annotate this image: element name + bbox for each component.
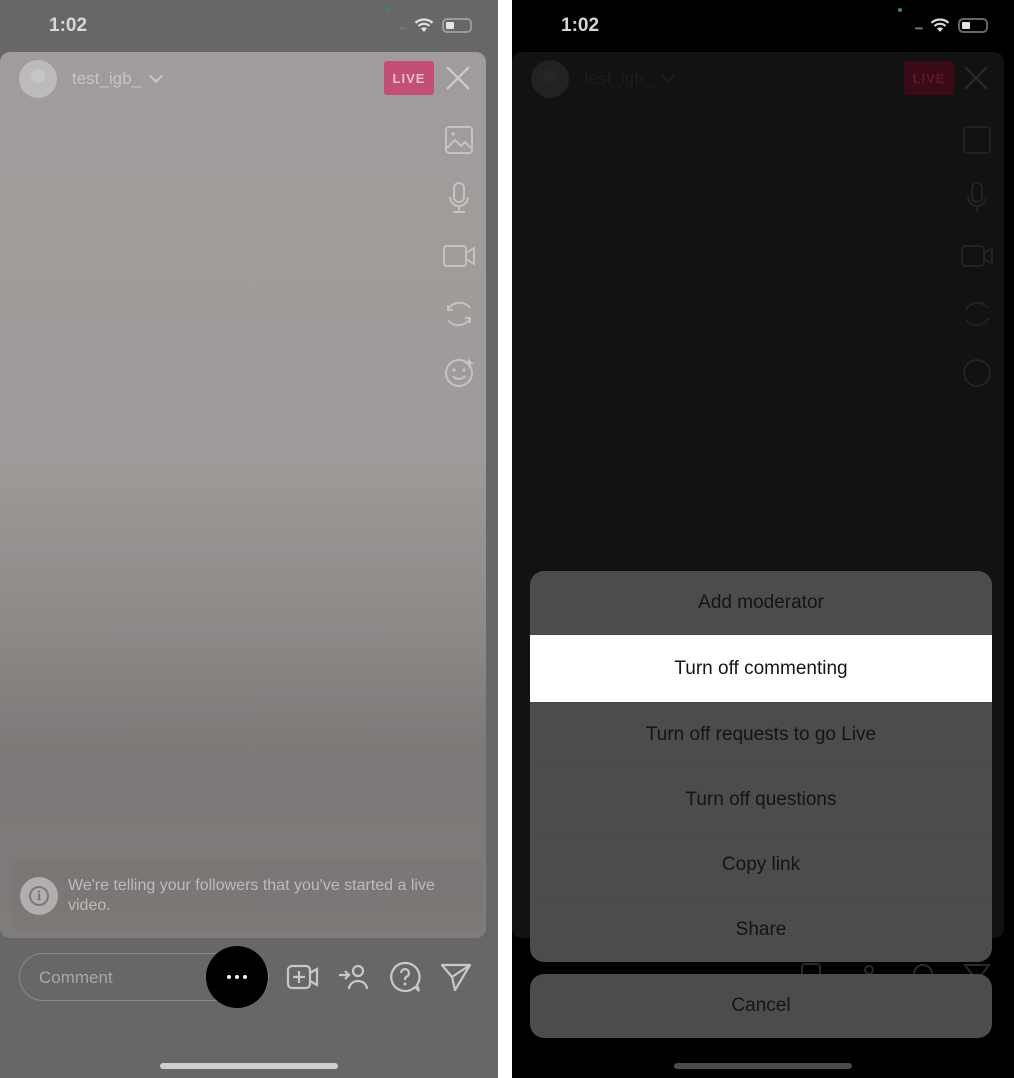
battery-icon xyxy=(958,18,988,33)
add-guest-video-icon[interactable] xyxy=(286,960,320,994)
username: test_igb_ xyxy=(584,69,653,88)
flip-camera-icon xyxy=(965,301,989,327)
close-icon[interactable] xyxy=(444,64,472,92)
add-moderator-option[interactable]: Add moderator xyxy=(530,571,992,634)
turn-off-requests-option[interactable]: Turn off requests to go Live xyxy=(530,702,992,767)
info-icon: i xyxy=(20,877,58,915)
turn-off-commenting-option[interactable]: Turn off commenting xyxy=(530,634,992,702)
share-send-icon[interactable] xyxy=(439,960,473,994)
notice-text: We're telling your followers that you've… xyxy=(68,877,435,914)
home-indicator xyxy=(674,1063,852,1069)
image-icon[interactable] xyxy=(442,122,476,158)
wifi-icon xyxy=(930,18,950,32)
live-badge: LIVE xyxy=(904,61,954,95)
wifi-icon xyxy=(414,18,434,32)
dot xyxy=(235,975,239,979)
status-icons: •••• xyxy=(915,18,988,33)
action-sheet: Add moderator Turn off commenting Turn o… xyxy=(530,571,992,962)
right-screen-action-sheet: 1:02 •••• test_igb_ LIVE Add moderator T… xyxy=(512,0,1014,1078)
bottom-action-icons xyxy=(286,960,473,994)
close-icon xyxy=(964,66,988,90)
cancel-button[interactable]: Cancel xyxy=(530,974,992,1038)
effects-icon xyxy=(963,359,991,387)
account-switcher: test_igb_ xyxy=(584,68,676,89)
chevron-down-icon xyxy=(148,68,164,84)
comment-placeholder: Comment xyxy=(39,968,113,987)
more-options-button[interactable] xyxy=(206,946,268,1008)
status-time: 1:02 xyxy=(49,15,88,36)
live-badge: LIVE xyxy=(384,61,434,95)
live-video-preview: test_igb_ LIVE i We're telling your foll… xyxy=(0,52,486,938)
side-toolbar xyxy=(960,122,994,390)
microphone-icon xyxy=(967,182,987,212)
battery-icon xyxy=(442,18,472,33)
avatar[interactable] xyxy=(19,60,57,98)
share-option[interactable]: Share xyxy=(530,897,992,962)
chevron-down-icon xyxy=(660,68,676,84)
status-icons: •••• xyxy=(399,18,472,33)
account-switcher[interactable]: test_igb_ xyxy=(72,68,164,89)
effects-icon[interactable] xyxy=(442,354,476,390)
dot xyxy=(227,975,231,979)
live-notice-banner: i We're telling your followers that you'… xyxy=(12,860,484,930)
microphone-icon[interactable] xyxy=(442,180,476,216)
status-time: 1:02 xyxy=(561,15,600,36)
left-screen-live-view: 1:02 •••• test_igb_ LIVE i We're telling… xyxy=(0,0,498,1078)
dot xyxy=(243,975,247,979)
privacy-indicator-dot xyxy=(385,8,389,12)
invite-user-icon[interactable] xyxy=(337,960,371,994)
turn-off-questions-option[interactable]: Turn off questions xyxy=(530,767,992,832)
video-camera-icon xyxy=(961,245,993,267)
cellular-icon: •••• xyxy=(914,24,923,33)
privacy-indicator-dot xyxy=(898,8,902,12)
side-toolbar xyxy=(442,122,476,390)
home-indicator xyxy=(160,1063,338,1069)
cellular-icon: •••• xyxy=(398,24,407,33)
copy-link-option[interactable]: Copy link xyxy=(530,832,992,897)
flip-camera-icon[interactable] xyxy=(442,296,476,332)
username: test_igb_ xyxy=(72,69,141,88)
video-camera-icon[interactable] xyxy=(442,238,476,274)
image-icon xyxy=(963,126,991,154)
questions-icon[interactable] xyxy=(388,960,422,994)
avatar xyxy=(531,60,569,98)
